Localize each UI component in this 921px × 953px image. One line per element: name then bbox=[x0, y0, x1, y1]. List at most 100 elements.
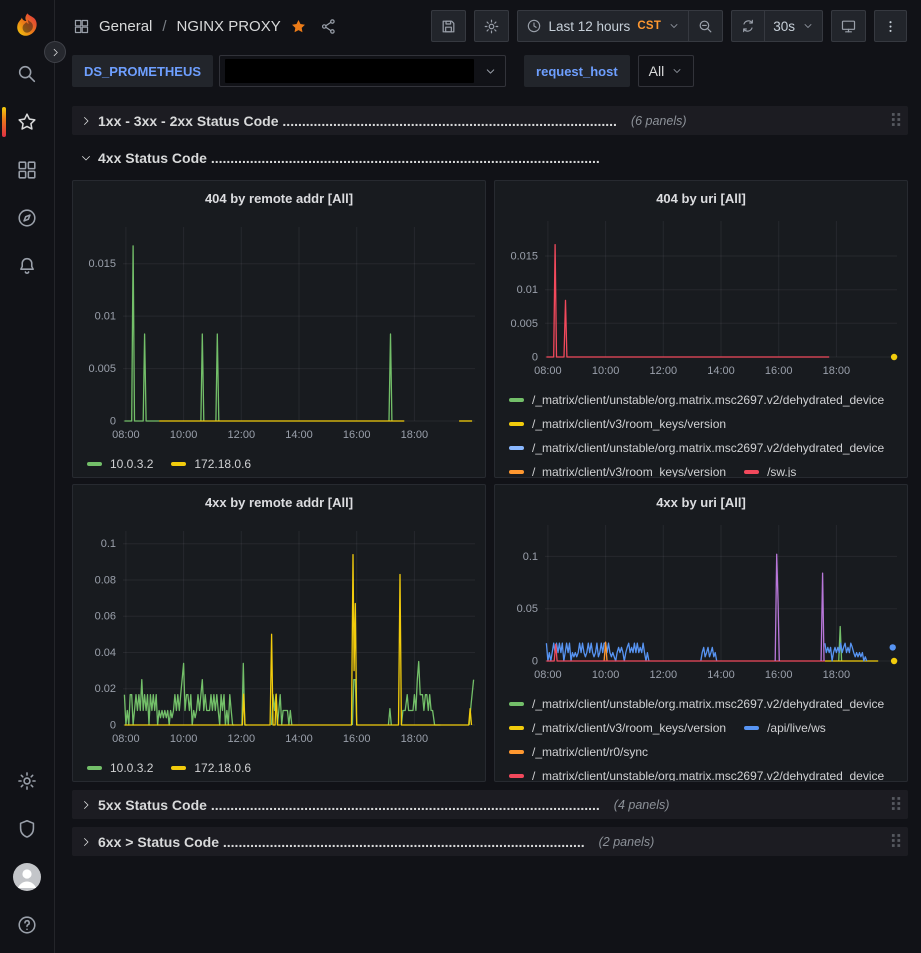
legend-row: /_matrix/client/v3/room_keys/version/api… bbox=[509, 716, 897, 740]
favorite-star-icon[interactable] bbox=[290, 18, 307, 35]
legend-label: /api/live/ws bbox=[767, 721, 826, 735]
variable-select-datasource[interactable] bbox=[219, 55, 506, 87]
refresh-button[interactable] bbox=[731, 10, 764, 42]
sidebar-item-explore[interactable] bbox=[0, 194, 55, 242]
row-title: 5xx Status Code bbox=[98, 797, 207, 813]
panel-4xx-by-remote-addr: 4xx by remote addr [All] 00.020.040.060.… bbox=[72, 484, 486, 782]
sidebar-item-help[interactable] bbox=[0, 901, 55, 949]
legend-item[interactable]: /_matrix/client/unstable/org.matrix.msc2… bbox=[509, 769, 884, 781]
chevron-right-icon bbox=[80, 836, 92, 848]
sidebar-item-configuration[interactable] bbox=[0, 757, 55, 805]
legend-item[interactable]: 10.0.3.2 bbox=[87, 761, 153, 775]
time-range-picker[interactable]: Last 12 hours CST bbox=[517, 10, 689, 42]
row-drag-handle-icon[interactable] bbox=[891, 833, 902, 851]
legend-row: /_matrix/client/r0/sync bbox=[509, 740, 897, 764]
refresh-icon bbox=[740, 18, 756, 34]
svg-text:08:00: 08:00 bbox=[534, 669, 562, 681]
sidebar-item-starred[interactable] bbox=[0, 98, 55, 146]
legend-label: 10.0.3.2 bbox=[110, 457, 153, 471]
legend-item[interactable]: /_matrix/client/unstable/org.matrix.msc2… bbox=[509, 697, 884, 711]
time-series-chart[interactable]: 00.0050.010.01508:0010:0012:0014:0016:00… bbox=[73, 215, 485, 450]
row-drag-handle-icon[interactable] bbox=[891, 112, 902, 130]
legend-row: 10.0.3.2 172.18.0.6 bbox=[87, 756, 475, 780]
chart-canvas[interactable]: 00.020.040.060.080.108:0010:0012:0014:00… bbox=[77, 519, 483, 751]
sidebar-item-dashboards[interactable] bbox=[0, 146, 55, 194]
chart-canvas[interactable]: 00.0050.010.01508:0010:0012:0014:0016:00… bbox=[77, 215, 483, 447]
panel-title[interactable]: 4xx by uri [All] bbox=[495, 485, 907, 519]
row-header-4xx[interactable]: 4xx Status Code ........................… bbox=[72, 143, 908, 172]
tv-mode-button[interactable] bbox=[831, 10, 866, 42]
sidebar-expand-button[interactable] bbox=[44, 41, 66, 63]
panel-title[interactable]: 4xx by remote addr [All] bbox=[73, 485, 485, 519]
zoom-out-time-button[interactable] bbox=[688, 10, 723, 42]
chevron-down-icon bbox=[671, 65, 683, 77]
svg-text:0: 0 bbox=[532, 352, 538, 364]
legend-item[interactable]: /_matrix/client/unstable/org.matrix.msc2… bbox=[509, 393, 884, 407]
svg-text:0.005: 0.005 bbox=[510, 318, 538, 330]
legend-item[interactable]: /_matrix/client/unstable/org.matrix.msc2… bbox=[509, 441, 884, 455]
chart-canvas[interactable]: 00.0050.010.01508:0010:0012:0014:0016:00… bbox=[499, 215, 905, 383]
chevron-down-icon bbox=[668, 20, 680, 32]
legend-item[interactable]: 10.0.3.2 bbox=[87, 457, 153, 471]
clock-icon bbox=[526, 18, 542, 34]
share-icon[interactable] bbox=[320, 18, 337, 35]
row-title: 6xx > Status Code bbox=[98, 834, 219, 850]
legend-item[interactable]: 172.18.0.6 bbox=[171, 761, 251, 775]
svg-text:0.01: 0.01 bbox=[517, 284, 538, 296]
timezone-label: CST bbox=[637, 20, 661, 32]
legend-swatch-icon bbox=[509, 726, 524, 730]
refresh-interval-picker[interactable]: 30s bbox=[764, 10, 823, 42]
toolbar: Last 12 hours CST 30s bbox=[431, 10, 908, 42]
svg-text:14:00: 14:00 bbox=[707, 669, 735, 681]
time-series-chart[interactable]: 00.050.108:0010:0012:0014:0016:0018:00 bbox=[495, 519, 907, 690]
sidebar-item-profile[interactable] bbox=[0, 853, 55, 901]
row-drag-handle-icon[interactable] bbox=[891, 796, 902, 814]
row-header-5xx[interactable]: 5xx Status Code ........................… bbox=[72, 790, 908, 819]
variable-select-request-host[interactable]: All bbox=[638, 55, 695, 87]
svg-text:0.08: 0.08 bbox=[95, 575, 116, 587]
legend-item[interactable]: /_matrix/client/v3/room_keys/version bbox=[509, 417, 726, 431]
app-window: General / NGINX PROXY Last 12 hours bbox=[0, 0, 921, 953]
legend-label: /_matrix/client/unstable/org.matrix.msc2… bbox=[532, 441, 884, 455]
legend-item[interactable]: /sw.js bbox=[744, 465, 796, 477]
svg-text:0.02: 0.02 bbox=[95, 683, 116, 695]
legend-row: /_matrix/client/unstable/org.matrix.msc2… bbox=[509, 388, 897, 412]
settings-gear-icon bbox=[483, 18, 500, 35]
legend-label: /_matrix/client/v3/room_keys/version bbox=[532, 417, 726, 431]
svg-text:0: 0 bbox=[532, 656, 538, 668]
more-options-button[interactable] bbox=[874, 10, 907, 42]
time-series-chart[interactable]: 00.0050.010.01508:0010:0012:0014:0016:00… bbox=[495, 215, 907, 386]
grafana-logo-icon bbox=[14, 12, 41, 39]
compass-icon bbox=[16, 207, 38, 229]
panels-grid: 404 by remote addr [All] 00.0050.010.015… bbox=[72, 180, 908, 782]
grafana-logo[interactable] bbox=[0, 0, 55, 50]
row-title: 4xx Status Code bbox=[98, 150, 207, 166]
row-header-6xx[interactable]: 6xx > Status Code ......................… bbox=[72, 827, 908, 856]
save-dashboard-button[interactable] bbox=[431, 10, 466, 42]
panel-4xx-by-uri: 4xx by uri [All] 00.050.108:0010:0012:00… bbox=[494, 484, 908, 782]
legend-item[interactable]: /_matrix/client/v3/room_keys/version bbox=[509, 721, 726, 735]
legend-item[interactable]: /_matrix/client/v3/room_keys/version bbox=[509, 465, 726, 477]
time-controls: Last 12 hours CST bbox=[517, 10, 724, 42]
legend-item[interactable]: /api/live/ws bbox=[744, 721, 826, 735]
legend-swatch-icon bbox=[509, 702, 524, 706]
panel-title[interactable]: 404 by remote addr [All] bbox=[73, 181, 485, 215]
redacted-value bbox=[225, 59, 474, 83]
legend-item[interactable]: 172.18.0.6 bbox=[171, 457, 251, 471]
time-series-chart[interactable]: 00.020.040.060.080.108:0010:0012:0014:00… bbox=[73, 519, 485, 754]
sidebar-item-server-admin[interactable] bbox=[0, 805, 55, 853]
svg-text:14:00: 14:00 bbox=[285, 429, 313, 441]
panel-title[interactable]: 404 by uri [All] bbox=[495, 181, 907, 215]
legend-swatch-icon bbox=[509, 422, 524, 426]
breadcrumb-folder[interactable]: General bbox=[99, 18, 152, 35]
row-header-1xx-3xx-2xx[interactable]: 1xx - 3xx - 2xx Status Code ............… bbox=[72, 106, 908, 135]
svg-text:0.015: 0.015 bbox=[510, 251, 538, 263]
legend-row: /_matrix/client/unstable/org.matrix.msc2… bbox=[509, 436, 897, 460]
legend-item[interactable]: /_matrix/client/r0/sync bbox=[509, 745, 648, 759]
legend-swatch-icon bbox=[171, 766, 186, 770]
sidebar-item-alerting[interactable] bbox=[0, 242, 55, 290]
dashboard-settings-button[interactable] bbox=[474, 10, 509, 42]
chart-canvas[interactable]: 00.050.108:0010:0012:0014:0016:0018:00 bbox=[499, 519, 905, 687]
legend-swatch-icon bbox=[509, 750, 524, 754]
svg-text:08:00: 08:00 bbox=[112, 733, 140, 745]
